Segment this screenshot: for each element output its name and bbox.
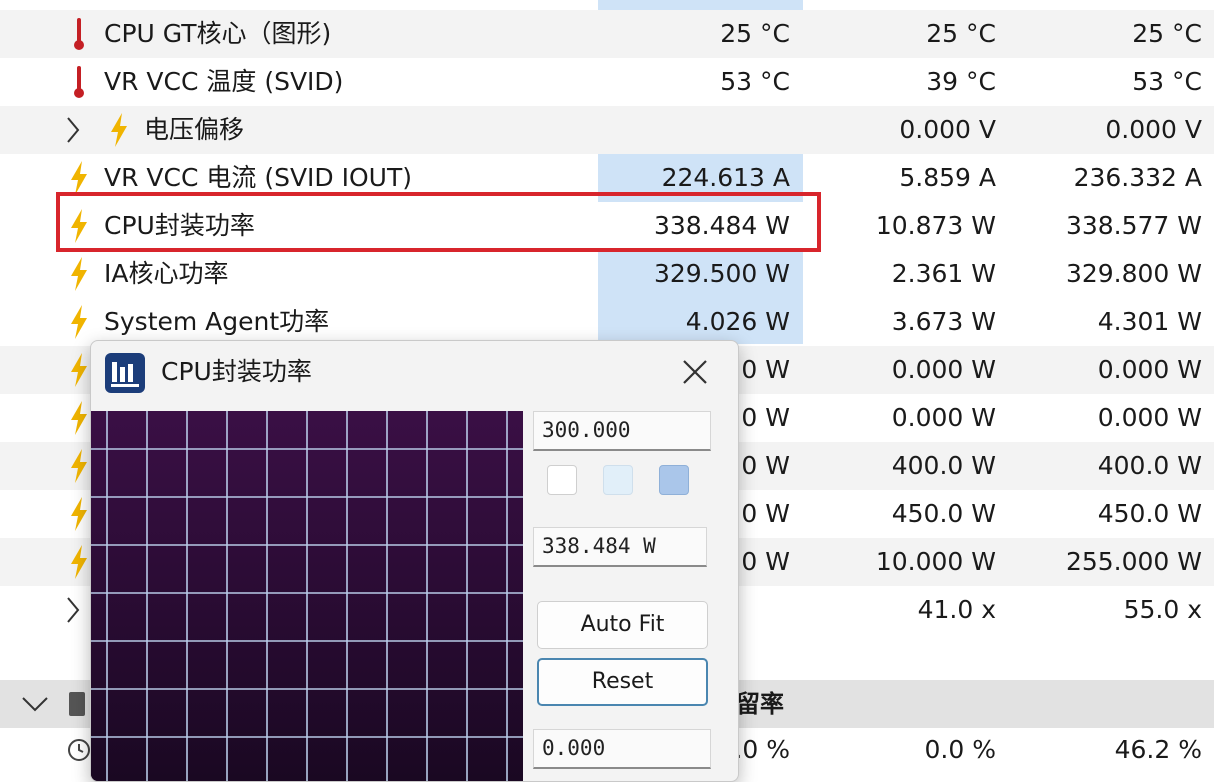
min-value: 10.873 W xyxy=(875,211,996,240)
close-icon[interactable] xyxy=(678,355,712,389)
chevron-right-icon[interactable] xyxy=(62,586,84,634)
max-value: 0.000 V xyxy=(1105,115,1202,144)
current-value: 329.500 W xyxy=(653,259,790,288)
max-value: 0.000 W xyxy=(1097,403,1202,432)
thermometer-icon xyxy=(68,58,90,106)
sensor-row[interactable]: 电压偏移 0.000 V 0.000 V xyxy=(0,106,1214,154)
min-value: 3.673 W xyxy=(891,307,996,336)
sensor-name: CPU GT核心（图形) xyxy=(104,19,332,48)
current-value: 4.026 W xyxy=(685,307,790,336)
min-value: 0.000 W xyxy=(891,403,996,432)
lightning-icon xyxy=(106,106,132,154)
lightning-icon xyxy=(66,346,92,394)
current-value-field[interactable]: 338.484 W xyxy=(533,527,707,567)
lightning-icon xyxy=(66,538,92,586)
max-value: 0.000 W xyxy=(1097,355,1202,384)
max-value: 55.0 x xyxy=(1123,595,1202,624)
min-value: 400.0 W xyxy=(891,451,996,480)
max-value: 236.332 A xyxy=(1073,163,1202,192)
sensor-name: VR VCC 温度 (SVID) xyxy=(104,67,344,96)
window-title: CPU封装功率 xyxy=(161,357,312,386)
max-value: 255.000 W xyxy=(1065,547,1202,576)
min-value: 39 °C xyxy=(926,67,996,96)
app-icon xyxy=(105,353,145,393)
max-value: 46.2 % xyxy=(1114,735,1202,764)
min-value: 25 °C xyxy=(926,19,996,48)
max-value: 25 °C xyxy=(1132,19,1202,48)
max-value: 53 °C xyxy=(1132,67,1202,96)
min-value: 0.0 % xyxy=(924,735,996,764)
color-swatch-white[interactable] xyxy=(547,465,577,495)
chevron-right-icon[interactable] xyxy=(62,106,84,154)
max-value: 329.800 W xyxy=(1065,259,1202,288)
sensor-row[interactable]: IA核心功率 329.500 W 2.361 W 329.800 W xyxy=(0,250,1214,298)
highlight-box xyxy=(56,192,821,252)
lightning-icon xyxy=(66,250,92,298)
sensor-name: IA核心功率 xyxy=(104,259,229,288)
sensor-row[interactable]: System Agent功率 4.026 W 3.673 W 4.301 W xyxy=(0,298,1214,346)
current-value: 25 °C xyxy=(720,19,790,48)
lightning-icon xyxy=(66,490,92,538)
sensor-name: 电压偏移 xyxy=(144,115,245,144)
color-swatch-light-blue[interactable] xyxy=(603,465,633,495)
graph-window[interactable]: CPU封装功率 300.000 338.484 W Auto Fit Reset… xyxy=(90,340,739,782)
clock-icon xyxy=(66,728,92,772)
max-value-field[interactable]: 300.000 xyxy=(533,411,711,451)
sensor-row[interactable]: CPU GT核心（图形) 25 °C 25 °C 25 °C xyxy=(0,10,1214,58)
chip-icon xyxy=(64,680,90,728)
min-value: 5.859 A xyxy=(899,163,996,192)
thermometer-icon xyxy=(68,10,90,58)
lightning-icon xyxy=(66,394,92,442)
min-value: 0.000 V xyxy=(899,115,996,144)
reset-button[interactable]: Reset xyxy=(537,658,708,706)
min-value: 0.000 W xyxy=(891,355,996,384)
min-value-field[interactable]: 0.000 xyxy=(533,729,711,769)
auto-fit-button[interactable]: Auto Fit xyxy=(537,601,708,649)
min-value: 2.361 W xyxy=(891,259,996,288)
max-value: 450.0 W xyxy=(1097,499,1202,528)
max-value: 400.0 W xyxy=(1097,451,1202,480)
min-value: 10.000 W xyxy=(875,547,996,576)
graph-grid xyxy=(91,411,523,781)
sensor-row[interactable]: VR VCC 温度 (SVID) 53 °C 39 °C 53 °C xyxy=(0,58,1214,106)
sensor-name: System Agent功率 xyxy=(104,307,330,336)
section-label: 留率 xyxy=(736,690,784,718)
max-value: 4.301 W xyxy=(1097,307,1202,336)
color-swatch-blue[interactable] xyxy=(659,465,689,495)
lightning-icon xyxy=(66,442,92,490)
current-value: 53 °C xyxy=(720,67,790,96)
max-value: 338.577 W xyxy=(1065,211,1202,240)
graph-canvas xyxy=(91,411,523,781)
min-value: 450.0 W xyxy=(891,499,996,528)
chevron-down-icon[interactable] xyxy=(20,680,50,728)
lightning-icon xyxy=(66,298,92,346)
min-value: 41.0 x xyxy=(917,595,996,624)
